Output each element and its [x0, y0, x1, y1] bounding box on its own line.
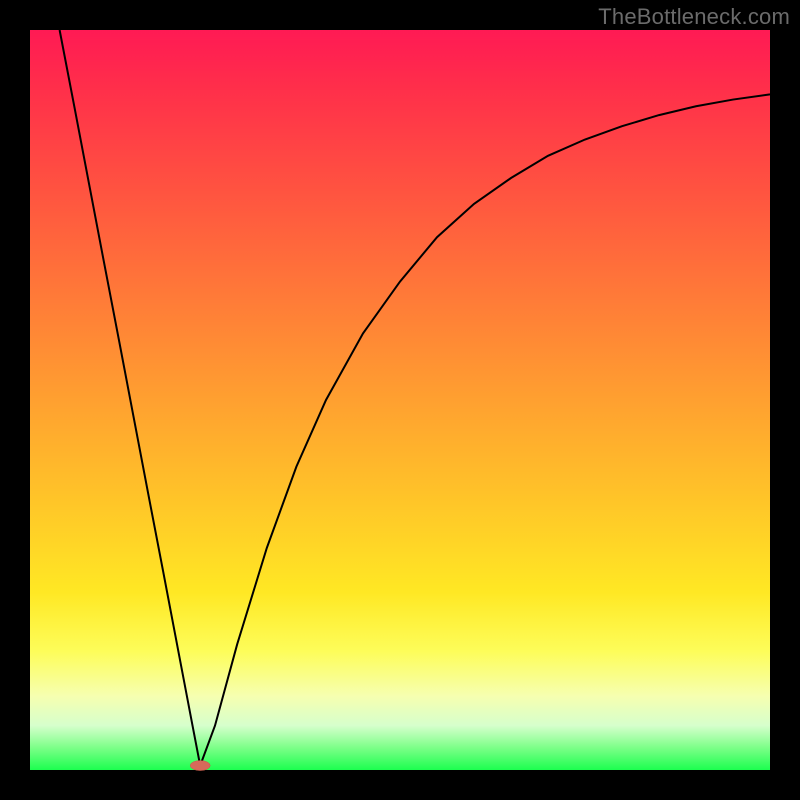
curve-right-branch	[200, 94, 770, 765]
chart-frame: TheBottleneck.com	[0, 0, 800, 800]
minimum-marker	[190, 761, 210, 771]
plot-area	[30, 30, 770, 770]
watermark-text: TheBottleneck.com	[598, 4, 790, 30]
curve-left-branch	[60, 30, 201, 766]
curve-layer	[30, 30, 770, 770]
